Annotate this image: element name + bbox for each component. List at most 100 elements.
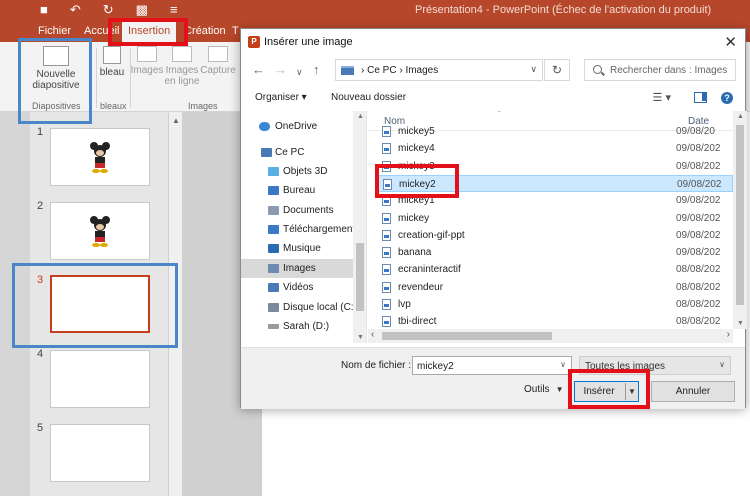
chevron-down-icon[interactable]: ∨ bbox=[560, 360, 566, 369]
file-name: tbi-direct bbox=[398, 316, 437, 328]
nav-label: Images bbox=[283, 263, 316, 274]
view-options-icon[interactable]: ☰ ▾ bbox=[653, 91, 671, 104]
back-arrow-icon[interactable]: ← bbox=[252, 63, 265, 76]
group-tables-label: bleaux bbox=[100, 101, 127, 111]
file-type-filter[interactable]: Toutes les images ∨ bbox=[579, 356, 731, 375]
search-input[interactable] bbox=[610, 64, 732, 77]
file-name: mickey4 bbox=[398, 143, 435, 155]
present-icon[interactable]: ▩ bbox=[136, 2, 148, 18]
preview-pane-icon[interactable] bbox=[694, 92, 707, 103]
slide-thumbnail-4[interactable] bbox=[50, 350, 150, 408]
redo-icon[interactable]: ↻ bbox=[103, 2, 114, 18]
nav-item-onedrive[interactable]: OneDrive bbox=[241, 117, 353, 136]
scrollbar-thumb[interactable] bbox=[382, 332, 552, 340]
nav-label: Documents bbox=[283, 205, 334, 216]
scrollbar-thumb[interactable] bbox=[736, 125, 744, 305]
insert-button[interactable]: Insérer ▼ bbox=[574, 381, 639, 402]
new-slide-label-2: diapositive bbox=[32, 80, 80, 91]
scroll-up-icon[interactable]: ▲ bbox=[737, 113, 744, 120]
nav-item-videos[interactable]: Vidéos bbox=[241, 278, 353, 297]
powerpoint-logo-icon: P bbox=[248, 36, 260, 48]
tab-transitions[interactable]: T bbox=[232, 25, 239, 37]
file-row[interactable]: mickey3 09/08/202 bbox=[376, 158, 733, 175]
scroll-left-icon[interactable]: ‹ bbox=[371, 329, 374, 340]
refresh-button[interactable]: ↻ bbox=[544, 59, 570, 81]
nav-item-sarah-d[interactable]: Sarah (D:) bbox=[241, 317, 353, 336]
nav-item-telechargements[interactable]: Téléchargements bbox=[241, 220, 360, 239]
tab-accueil[interactable]: Accueil bbox=[84, 25, 119, 37]
nav-item-images[interactable]: Images bbox=[241, 259, 353, 278]
file-list: ˆ Nom Date mickey5 09/08/20 mickey4 09/08/2… bbox=[368, 111, 747, 343]
nav-item-documents[interactable]: Documents bbox=[241, 201, 353, 220]
address-bar[interactable]: › Ce PC › Images ∨ bbox=[335, 59, 543, 81]
file-row[interactable]: mickey2 09/08/202 bbox=[376, 174, 733, 192]
recent-dropdown-icon[interactable]: ∨ bbox=[296, 66, 303, 79]
drive-icon bbox=[268, 303, 279, 312]
cancel-button[interactable]: Annuler bbox=[651, 381, 735, 402]
undo-icon[interactable]: ↶ bbox=[70, 2, 81, 18]
save-icon[interactable]: ■ bbox=[40, 2, 48, 18]
scroll-up-icon[interactable]: ▲ bbox=[357, 113, 364, 120]
chevron-down-icon[interactable]: ∨ bbox=[530, 64, 537, 75]
nav-scrollbar[interactable]: ▲ ▼ bbox=[353, 111, 366, 343]
online-images-label-2: en ligne bbox=[164, 76, 200, 87]
file-name: mickey2 bbox=[399, 178, 436, 190]
scroll-right-icon[interactable]: › bbox=[727, 329, 730, 340]
slide-thumbnail-3[interactable] bbox=[50, 275, 150, 333]
scroll-down-icon[interactable]: ▼ bbox=[357, 334, 364, 341]
forward-arrow-icon[interactable]: → bbox=[274, 63, 287, 76]
file-row[interactable]: revendeur 08/08/202 bbox=[376, 279, 733, 296]
file-row[interactable]: ecraninteractif 08/08/202 bbox=[376, 261, 733, 278]
file-row[interactable]: mickey5 09/08/20 bbox=[376, 123, 733, 140]
slide-number: 1 bbox=[37, 126, 44, 138]
file-row[interactable]: mickey1 09/08/202 bbox=[376, 192, 733, 209]
tab-insertion[interactable]: Insertion bbox=[122, 22, 177, 42]
insert-split-dropdown[interactable]: ▼ bbox=[625, 383, 638, 400]
file-vertical-scrollbar[interactable]: ▲ ▼ bbox=[733, 111, 747, 329]
online-images-button[interactable]: Images en ligne bbox=[164, 46, 200, 87]
images-button[interactable]: Images bbox=[130, 46, 164, 76]
file-horizontal-scrollbar[interactable]: ‹ › bbox=[368, 329, 733, 343]
file-name: revendeur bbox=[398, 281, 444, 293]
tab-creation[interactable]: Création bbox=[184, 25, 226, 37]
table-button[interactable]: bleau bbox=[96, 46, 128, 78]
nav-item-ce-pc[interactable]: Ce PC bbox=[241, 143, 353, 162]
file-row[interactable]: tbi-direct 08/08/202 bbox=[376, 313, 733, 330]
scroll-up-icon[interactable]: ▲ bbox=[172, 116, 180, 125]
filename-combobox[interactable]: ∨ bbox=[412, 356, 572, 375]
organize-button[interactable]: Organiser ▾ bbox=[255, 92, 307, 103]
new-folder-button[interactable]: Nouveau dossier bbox=[331, 92, 406, 103]
nav-item-bureau[interactable]: Bureau bbox=[241, 181, 353, 200]
scrollbar-thumb[interactable] bbox=[356, 243, 364, 311]
capture-button[interactable]: Capture bbox=[200, 46, 236, 76]
file-date: 08/08/202 bbox=[676, 264, 721, 276]
file-row[interactable]: lvp 08/08/202 bbox=[376, 296, 733, 313]
up-arrow-icon[interactable]: ↑ bbox=[313, 63, 320, 76]
file-row[interactable]: mickey4 09/08/202 bbox=[376, 140, 733, 157]
customize-icon[interactable]: ≡ bbox=[170, 2, 178, 18]
file-row[interactable]: mickey 09/08/202 bbox=[376, 210, 733, 227]
file-row[interactable]: creation-gif-ppt 09/08/202 bbox=[376, 227, 733, 244]
dialog-toolbar: Organiser ▾ Nouveau dossier ☰ ▾ ? bbox=[241, 87, 745, 109]
file-date: 09/08/202 bbox=[676, 195, 721, 207]
help-icon[interactable]: ? bbox=[721, 92, 733, 104]
nav-item-disque-c[interactable]: Disque local (C:) bbox=[241, 298, 357, 317]
search-box[interactable] bbox=[584, 59, 736, 81]
new-slide-button[interactable]: Nouvelle diapositive bbox=[24, 46, 88, 91]
close-button[interactable]: ✕ bbox=[724, 33, 737, 51]
tab-fichier[interactable]: Fichier bbox=[38, 25, 71, 37]
music-note-icon bbox=[268, 244, 279, 253]
slide-thumbnail-1[interactable] bbox=[50, 128, 150, 186]
filename-input[interactable] bbox=[417, 360, 552, 372]
breadcrumb[interactable]: › Ce PC › Images bbox=[361, 65, 438, 76]
slide-thumbnail-2[interactable] bbox=[50, 202, 150, 260]
nav-item-objets-3d[interactable]: Objets 3D bbox=[241, 162, 353, 181]
image-file-icon bbox=[382, 212, 391, 224]
slide-thumbnail-5[interactable] bbox=[50, 424, 150, 482]
images-icon bbox=[137, 46, 157, 62]
tools-button[interactable]: Outils ▼ bbox=[524, 384, 563, 395]
file-row[interactable]: banana 09/08/202 bbox=[376, 244, 733, 261]
nav-item-musique[interactable]: Musique bbox=[241, 239, 353, 258]
thumbnails-scrollbar[interactable]: ▲ bbox=[168, 112, 182, 496]
scroll-down-icon[interactable]: ▼ bbox=[737, 320, 744, 327]
